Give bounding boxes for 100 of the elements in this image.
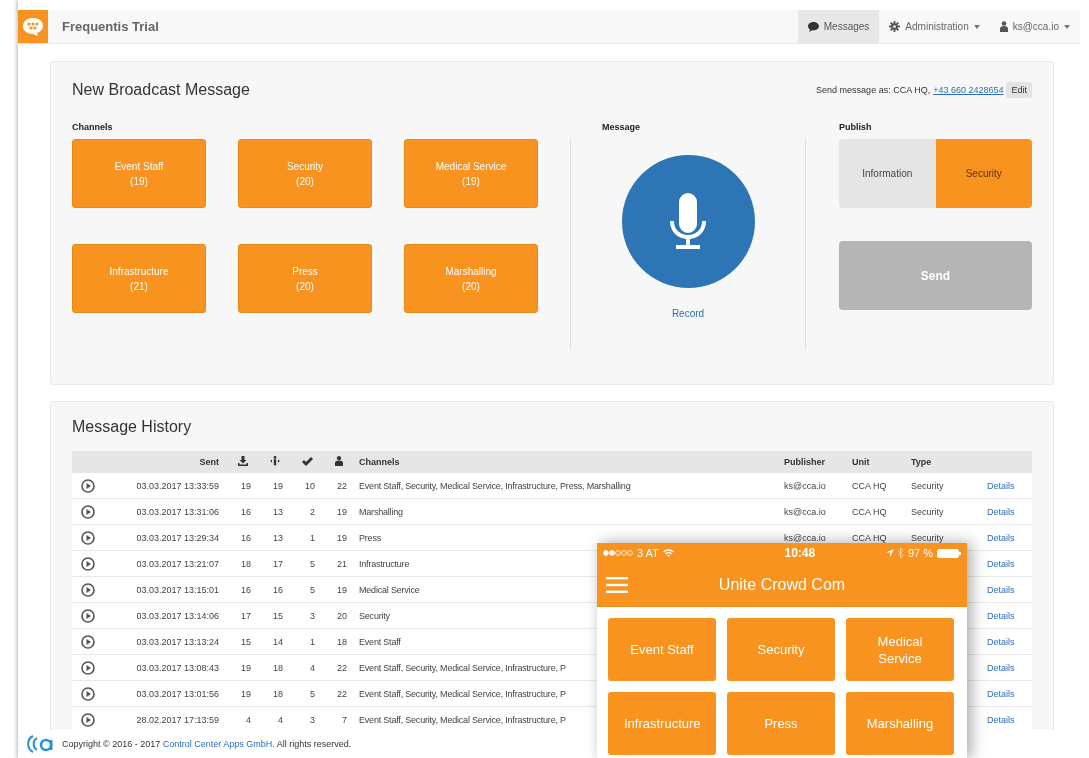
play-icon[interactable] xyxy=(81,660,95,675)
table-cell: Medical Service xyxy=(359,584,420,595)
battery-icon xyxy=(937,548,961,558)
table-cell: Event Staff, Security, Medical Service, Infrastructure, P xyxy=(359,714,566,725)
location-arrow-icon xyxy=(885,549,894,557)
table-cell: 1 xyxy=(310,636,315,647)
table-cell: 14 xyxy=(273,636,283,647)
table-cell: 19 xyxy=(241,662,251,673)
table-cell: 5 xyxy=(310,584,315,595)
table-cell: 03.03.2017 13:13:24 xyxy=(136,636,219,647)
column-header: Publisher xyxy=(784,457,825,467)
table-cell: Security xyxy=(911,532,944,543)
section-heading: Message xyxy=(601,122,642,134)
table-cell: Event Staff, Security, Medical Service, Infrastructure, P xyxy=(359,662,566,673)
table-cell: 7 xyxy=(342,714,347,725)
table-cell: 5 xyxy=(310,688,315,699)
panel-title: Message History xyxy=(72,418,193,436)
table-cell: 19 xyxy=(241,480,251,491)
nav-menu-item[interactable]: Messages xyxy=(797,10,880,43)
nav-menu-item[interactable]: Administration xyxy=(879,10,990,43)
status-time: 10:48 xyxy=(783,546,816,560)
table-cell: 03.03.2017 13:31:06 xyxy=(136,506,219,517)
table-cell: 10 xyxy=(305,480,315,491)
table-cell: 22 xyxy=(337,662,347,673)
person-icon xyxy=(335,456,343,466)
table-cell: 18 xyxy=(337,636,347,647)
table-cell: 16 xyxy=(241,532,251,543)
section-heading: Publish xyxy=(839,122,873,134)
table-cell: 4 xyxy=(246,714,251,725)
column-header: Type xyxy=(911,457,932,467)
table-cell: 20 xyxy=(337,610,347,621)
table-cell: 19 xyxy=(337,584,347,595)
play-icon[interactable] xyxy=(81,530,95,545)
settings-icon xyxy=(889,21,901,32)
phone-number-link[interactable]: +43 660 2428654 xyxy=(933,85,1004,95)
user-icon xyxy=(999,21,1008,32)
battery-percentage: 97 % xyxy=(907,547,933,559)
table-cell: Marshalling xyxy=(359,506,403,517)
nav-menu-item[interactable]: ks@cca.io xyxy=(989,10,1080,43)
table-cell: 15 xyxy=(273,610,283,621)
brand-title[interactable]: Frequentis Trial xyxy=(62,19,159,34)
table-cell: 03.03.2017 13:29:34 xyxy=(136,532,219,543)
table-cell: 28.02.2017 17:13:59 xyxy=(136,714,219,725)
signal-dots-icon xyxy=(603,550,633,556)
table-cell: 18 xyxy=(241,558,251,569)
table-cell: 03.03.2017 13:01:56 xyxy=(136,688,219,699)
table-cell: 03.03.2017 13:08:43 xyxy=(136,662,219,673)
table-cell: 19 xyxy=(241,688,251,699)
play-icon[interactable] xyxy=(81,504,95,519)
table-cell: 16 xyxy=(241,506,251,517)
table-cell: CCA HQ xyxy=(852,532,887,543)
play-icon[interactable] xyxy=(81,556,95,571)
play-icon[interactable] xyxy=(81,582,95,597)
table-cell: Infrastructure xyxy=(359,558,410,569)
play-icon[interactable] xyxy=(81,608,95,623)
table-cell: ks@cca.io xyxy=(784,532,826,543)
check-icon xyxy=(301,456,313,466)
table-cell: CCA HQ xyxy=(852,506,887,517)
table-cell: 17 xyxy=(273,558,283,569)
type-toggle-button[interactable]: Security xyxy=(935,139,1032,208)
play-icon[interactable] xyxy=(81,634,95,649)
table-cell: ks@cca.io xyxy=(784,480,826,491)
table-cell: 22 xyxy=(337,480,347,491)
edit-button[interactable]: Edit xyxy=(1006,82,1032,98)
table-cell: Security xyxy=(911,506,944,517)
download-icon xyxy=(238,456,248,466)
table-cell: Press xyxy=(359,532,381,543)
table-cell: Security xyxy=(911,480,944,491)
table-cell: 17 xyxy=(241,610,251,621)
table-cell: 16 xyxy=(241,584,251,595)
table-cell: 3 xyxy=(310,714,315,725)
company-link[interactable]: Control Center Apps GmbH. xyxy=(162,739,275,749)
play-icon[interactable] xyxy=(81,712,95,727)
chat-bubble-icon xyxy=(807,21,819,32)
send-as-label: Send message as: CCA HQ, xyxy=(816,85,931,95)
record-link[interactable]: Record xyxy=(671,308,705,319)
play-icon[interactable] xyxy=(81,686,95,701)
table-cell: 4 xyxy=(278,714,283,725)
table-cell: 4 xyxy=(310,662,315,673)
table-cell: 15 xyxy=(241,636,251,647)
table-cell: 19 xyxy=(273,480,283,491)
carrier-label: 3 AT xyxy=(637,547,659,559)
panel-title: New Broadcast Message xyxy=(72,81,250,99)
app-title: Unite Crowd Com xyxy=(717,575,847,594)
person-arrows-icon xyxy=(270,456,280,466)
type-toggle-button[interactable]: Information xyxy=(839,139,936,208)
table-cell: Event Staff, Security, Medical Service, Infrastructure, P xyxy=(359,688,566,699)
company-logo-icon xyxy=(26,734,54,754)
table-cell: 13 xyxy=(273,532,283,543)
microphone-icon xyxy=(670,192,706,251)
table-cell: Security xyxy=(359,610,390,621)
column-header: Channels xyxy=(359,457,400,467)
table-cell: 13 xyxy=(273,506,283,517)
table-cell: ks@cca.io xyxy=(784,506,826,517)
table-cell: 2 xyxy=(310,506,315,517)
play-icon[interactable] xyxy=(81,478,95,493)
table-cell: 19 xyxy=(337,506,347,517)
wifi-icon xyxy=(662,549,674,557)
table-cell: 19 xyxy=(337,532,347,543)
table-cell: Event Staff xyxy=(359,636,401,647)
